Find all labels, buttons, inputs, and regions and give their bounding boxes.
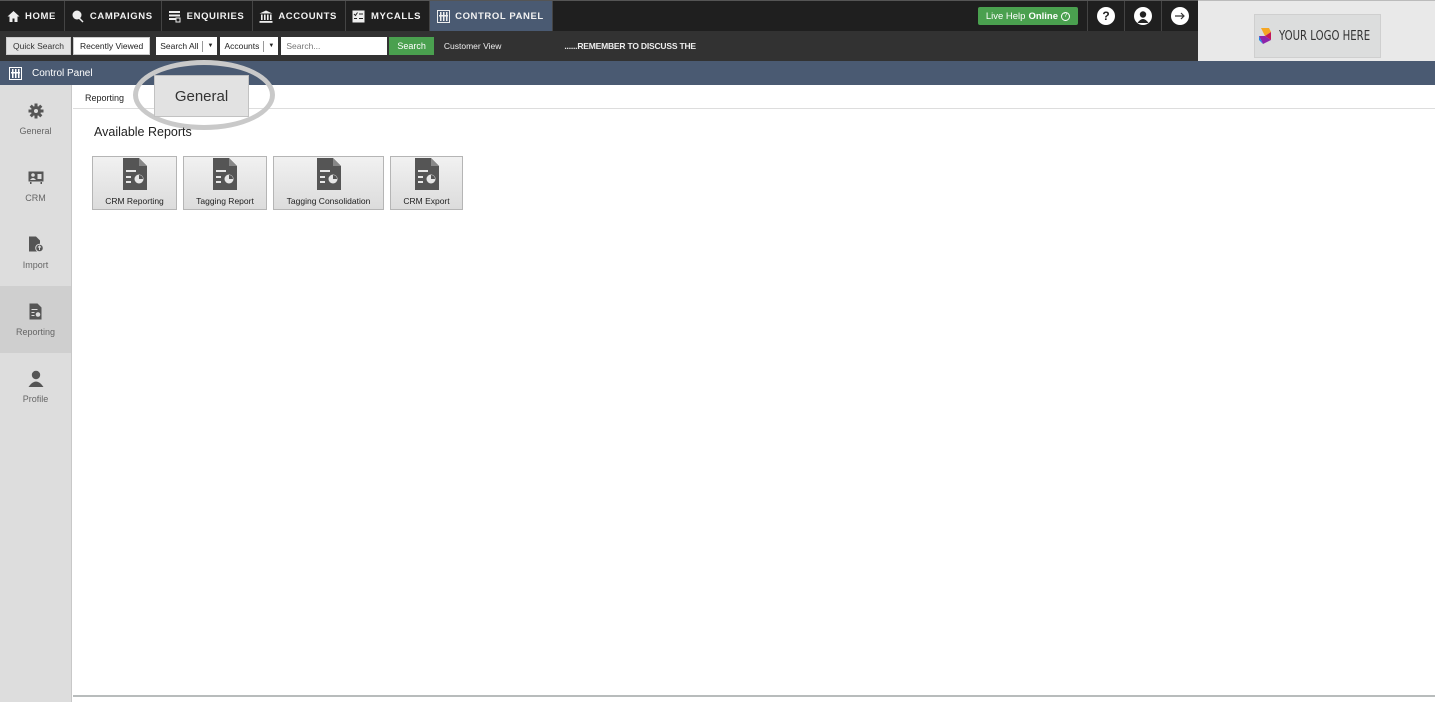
tab-general[interactable]: General bbox=[154, 75, 249, 117]
report-icon bbox=[122, 158, 147, 190]
live-help-button[interactable]: Live Help Online ? bbox=[977, 7, 1078, 25]
search-input[interactable] bbox=[281, 37, 388, 55]
available-reports-heading: Available Reports bbox=[94, 125, 192, 139]
report-label: Tagging Consolidation bbox=[286, 196, 371, 206]
report-tagging-report[interactable]: Tagging Report bbox=[183, 156, 267, 210]
chevron-down-icon: ▼ bbox=[268, 43, 275, 49]
user-icon bbox=[27, 370, 45, 388]
top-nav: HOME CAMPAIGNS ENQUIRIES ACCOUNTS MYCALL… bbox=[0, 0, 1198, 31]
control-panel-title: Control Panel bbox=[32, 67, 93, 79]
chevron-down-icon: ▼ bbox=[207, 43, 214, 49]
nav-home-label: HOME bbox=[25, 10, 56, 22]
sidebar-item-general[interactable]: General bbox=[0, 85, 71, 152]
select-divider bbox=[263, 40, 265, 52]
logo-text: YOUR LOGO HERE bbox=[1278, 28, 1370, 44]
logo-mark-icon bbox=[1258, 28, 1271, 44]
sidebar-item-reporting[interactable]: Reporting bbox=[0, 286, 71, 353]
checklist-icon bbox=[352, 9, 366, 23]
report-icon bbox=[316, 158, 341, 190]
select-divider bbox=[202, 40, 204, 52]
nav-control-panel[interactable]: CONTROL PANEL bbox=[430, 1, 553, 31]
ticker-message: ......REMEMBER TO DISCUSS THE bbox=[564, 41, 696, 51]
nav-campaigns-label: CAMPAIGNS bbox=[89, 10, 153, 22]
sidebar-item-general-label: General bbox=[19, 125, 52, 136]
search-scope-value: Search All bbox=[160, 41, 199, 51]
report-list: CRM Reporting Tagging Report Tagging Con… bbox=[92, 156, 469, 210]
arrow-right-icon bbox=[1171, 7, 1189, 25]
tab-row: Reporting bbox=[73, 85, 1435, 109]
live-help-status: Online bbox=[1028, 10, 1058, 22]
report-icon bbox=[27, 303, 45, 321]
logo: YOUR LOGO HERE bbox=[1254, 14, 1381, 58]
nav-accounts[interactable]: ACCOUNTS bbox=[253, 1, 346, 31]
recently-viewed-button[interactable]: Recently Viewed bbox=[73, 37, 151, 55]
report-label: CRM Reporting bbox=[105, 196, 164, 206]
nav-enquiries[interactable]: ENQUIRIES bbox=[162, 1, 254, 31]
report-crm-reporting[interactable]: CRM Reporting bbox=[92, 156, 177, 210]
sidebar-item-import[interactable]: Import bbox=[0, 219, 71, 286]
home-icon bbox=[6, 9, 20, 23]
logout-button[interactable] bbox=[1161, 1, 1198, 31]
report-label: Tagging Report bbox=[196, 196, 254, 206]
search-button[interactable]: Search bbox=[389, 37, 434, 55]
import-icon bbox=[27, 236, 45, 254]
profile-button[interactable] bbox=[1124, 1, 1161, 31]
sidebar-item-import-label: Import bbox=[22, 259, 49, 270]
user-icon bbox=[1134, 7, 1152, 25]
nav-mycalls-label: MYCALLS bbox=[370, 10, 422, 22]
logo-area: YOUR LOGO HERE bbox=[1198, 0, 1435, 61]
sidebar-item-crm[interactable]: CRM bbox=[0, 152, 71, 219]
search-bar: Quick Search Recently Viewed Search All … bbox=[0, 31, 1198, 61]
campaigns-icon bbox=[71, 9, 85, 23]
grid-icon bbox=[436, 9, 450, 23]
nav-campaigns[interactable]: CAMPAIGNS bbox=[65, 1, 162, 31]
enquiries-icon bbox=[168, 9, 182, 23]
report-crm-export[interactable]: CRM Export bbox=[390, 156, 463, 210]
main-content: Reporting General Available Reports CRM … bbox=[73, 60, 1435, 697]
search-type-value: Accounts bbox=[224, 41, 260, 51]
search-scope-select[interactable]: Search All ▼ bbox=[156, 37, 218, 55]
sidebar: General CRM Import Reporting Profile bbox=[0, 85, 72, 702]
grid-icon bbox=[9, 66, 22, 80]
nav-home[interactable]: HOME bbox=[0, 1, 65, 31]
sidebar-item-reporting-label: Reporting bbox=[15, 326, 56, 337]
search-type-select[interactable]: Accounts ▼ bbox=[220, 37, 279, 55]
live-help-label: Live Help bbox=[985, 10, 1026, 22]
customer-view-link[interactable]: Customer View bbox=[444, 41, 501, 51]
gear-icon bbox=[27, 102, 45, 120]
sidebar-item-profile-label: Profile bbox=[22, 393, 49, 404]
nav-control-panel-label: CONTROL PANEL bbox=[455, 10, 544, 22]
report-tagging-consolidation[interactable]: Tagging Consolidation bbox=[273, 156, 384, 210]
sidebar-item-profile[interactable]: Profile bbox=[0, 353, 71, 420]
question-icon: ? bbox=[1061, 11, 1070, 21]
nav-mycalls[interactable]: MYCALLS bbox=[346, 1, 431, 31]
report-label: CRM Export bbox=[403, 196, 450, 206]
help-button[interactable]: ? bbox=[1087, 1, 1124, 31]
report-icon bbox=[213, 158, 237, 190]
bank-icon bbox=[259, 9, 273, 23]
nav-right-group: Live Help Online ? ? bbox=[977, 1, 1198, 31]
report-icon bbox=[414, 158, 439, 190]
quick-search-button[interactable]: Quick Search bbox=[6, 37, 72, 55]
sidebar-item-crm-label: CRM bbox=[25, 192, 46, 203]
question-icon: ? bbox=[1097, 7, 1115, 25]
tab-reporting[interactable]: Reporting bbox=[85, 93, 124, 103]
nav-enquiries-label: ENQUIRIES bbox=[186, 10, 245, 22]
crm-icon bbox=[27, 169, 45, 187]
nav-accounts-label: ACCOUNTS bbox=[278, 10, 337, 22]
